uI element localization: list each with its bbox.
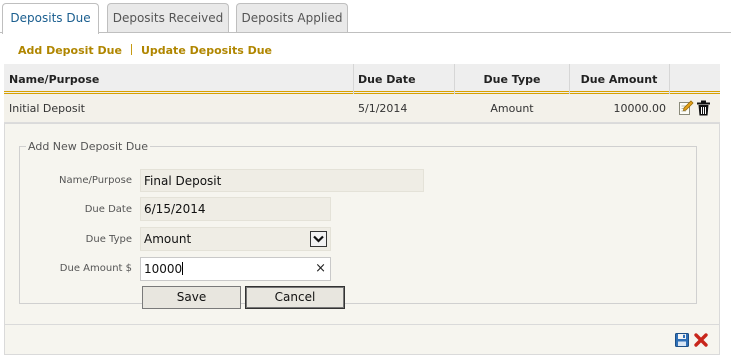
tab-bar: Deposits Due Deposits Received Deposits … bbox=[0, 0, 731, 34]
footer-divider bbox=[4, 324, 720, 325]
due-amount-value: 10000 bbox=[144, 262, 183, 276]
action-links: Add Deposit Due Update Deposits Due bbox=[18, 44, 272, 57]
save-button[interactable]: Save bbox=[142, 286, 241, 309]
add-new-deposit-fieldset: Add New Deposit Due bbox=[19, 140, 697, 304]
tab-deposits-applied[interactable]: Deposits Applied bbox=[236, 3, 348, 32]
clear-icon[interactable]: × bbox=[315, 258, 326, 280]
cancel-button[interactable]: Cancel bbox=[245, 286, 345, 309]
link-separator bbox=[130, 44, 132, 55]
table-header: Name/Purpose Due Date Due Type Due Amoun… bbox=[4, 64, 720, 94]
cell-due-type: Amount bbox=[490, 102, 534, 115]
text-caret bbox=[182, 262, 184, 275]
due-amount-label: Due Amount $ bbox=[59, 263, 132, 274]
add-deposit-form-panel: Add New Deposit Due Name/Purpose Final D… bbox=[4, 123, 720, 355]
due-date-field[interactable]: 6/15/2014 bbox=[140, 197, 331, 221]
cell-due-date: 5/1/2014 bbox=[358, 102, 408, 115]
name-purpose-field[interactable]: Final Deposit bbox=[140, 169, 424, 192]
tab-deposits-received[interactable]: Deposits Received bbox=[107, 3, 229, 32]
add-deposit-due-link[interactable]: Add Deposit Due bbox=[18, 44, 122, 57]
due-date-label: Due Date bbox=[84, 204, 132, 215]
column-header-due-date: Due Date bbox=[358, 73, 416, 86]
column-header-name: Name/Purpose bbox=[9, 73, 100, 86]
column-header-due-amount: Due Amount bbox=[580, 73, 658, 86]
tab-bar-divider bbox=[0, 32, 731, 33]
column-header-due-type: Due Type bbox=[483, 73, 541, 86]
name-purpose-label: Name/Purpose bbox=[58, 175, 132, 186]
edit-icon[interactable] bbox=[678, 100, 694, 116]
fieldset-legend: Add New Deposit Due bbox=[28, 140, 149, 153]
update-deposits-due-link[interactable]: Update Deposits Due bbox=[141, 44, 272, 57]
due-type-select[interactable]: Amount bbox=[140, 227, 331, 251]
red-x-icon[interactable] bbox=[693, 332, 709, 348]
chevron-down-icon[interactable] bbox=[310, 231, 327, 247]
cell-name: Initial Deposit bbox=[9, 102, 85, 115]
floppy-disk-icon[interactable] bbox=[675, 333, 689, 347]
tab-deposits-due[interactable]: Deposits Due bbox=[2, 3, 99, 34]
trash-icon[interactable] bbox=[696, 100, 711, 116]
cell-due-amount: 10000.00 bbox=[613, 102, 667, 115]
due-type-selected-value: Amount bbox=[144, 232, 192, 246]
table-row: Initial Deposit 5/1/2014 Amount 10000.00 bbox=[4, 94, 720, 123]
due-amount-input[interactable]: 10000 × bbox=[140, 257, 331, 281]
due-type-label: Due Type bbox=[85, 234, 132, 245]
